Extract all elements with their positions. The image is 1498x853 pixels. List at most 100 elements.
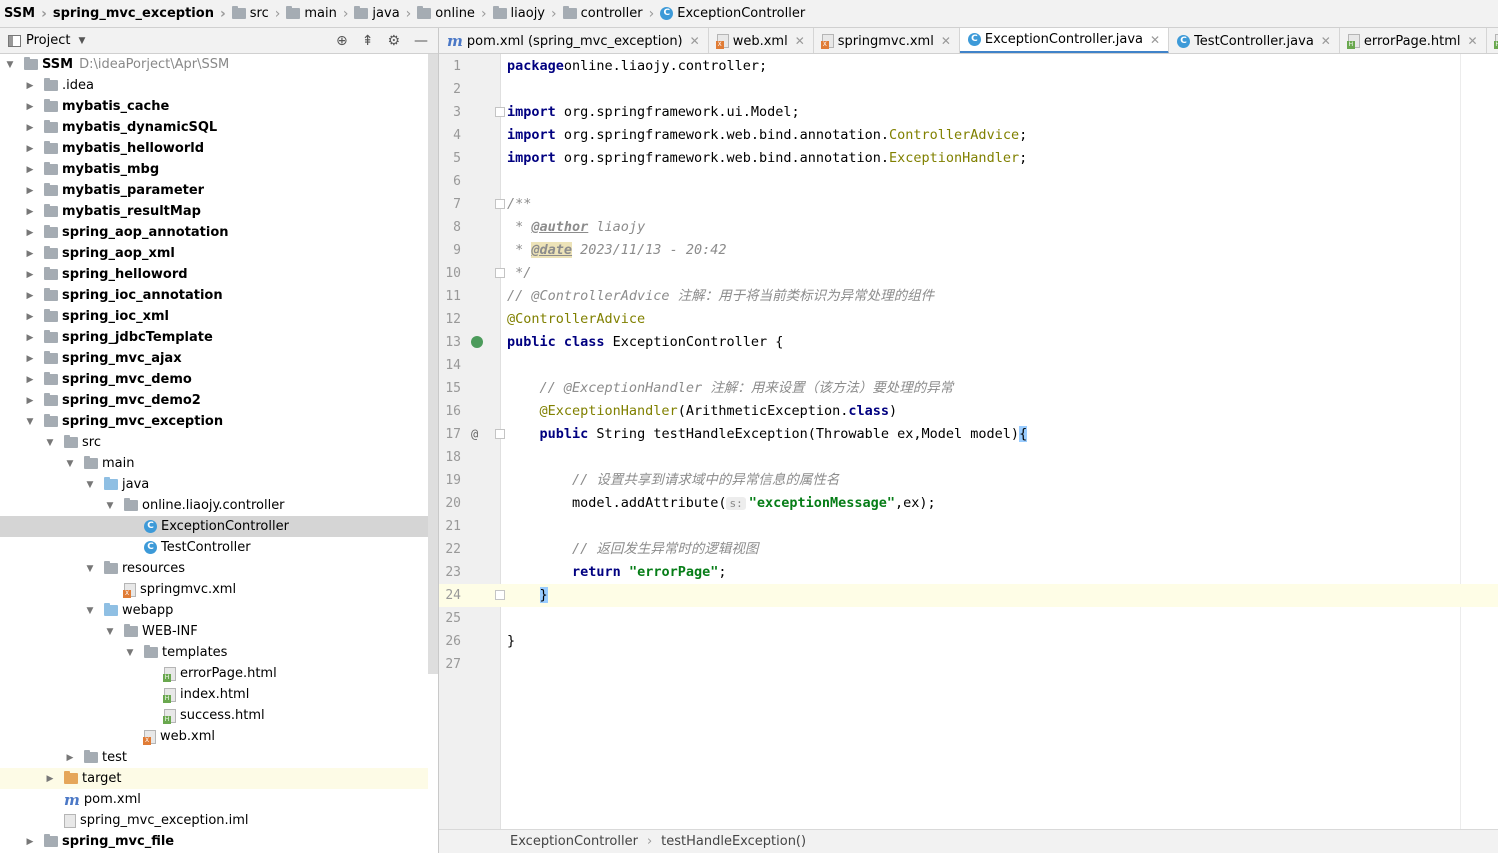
chevron-down-icon[interactable]: ▼ [82,480,98,490]
code-line[interactable]: 9 * @date 2023/11/13 - 20:42 [439,239,1498,262]
close-icon[interactable]: ✕ [690,34,700,48]
tree-item[interactable]: ▼ SSM D:\ideaPorject\Apr\SSM [0,54,428,75]
chevron-right-icon[interactable]: ▶ [22,123,38,133]
line-number[interactable]: 5 [439,147,461,170]
close-icon[interactable]: ✕ [941,34,951,48]
tree-item[interactable]: index.html [0,684,428,705]
tree-item[interactable]: ▶ spring_ioc_annotation [0,285,428,306]
collapse-all-icon[interactable]: ⇞ [362,33,374,49]
line-number[interactable]: 7 [439,193,461,216]
code-editor[interactable]: 1 packageonline.liaojy.controller; 2 3 impor… [439,54,1498,829]
tree-item[interactable]: ▶ mybatis_parameter [0,180,428,201]
editor-tab[interactable]: index.html✕ [1487,28,1498,53]
chevron-down-icon[interactable]: ▼ [62,459,78,469]
line-number[interactable]: 17 [439,423,461,446]
tree-item[interactable]: ▼ webapp [0,600,428,621]
code-line[interactable]: 17 @ public String testHandleException(Th… [439,423,1498,446]
fold-marker-icon[interactable] [495,199,505,209]
code-line[interactable]: 2 [439,78,1498,101]
chevron-right-icon[interactable]: ▶ [22,837,38,847]
tree-item[interactable]: ▶ spring_mvc_ajax [0,348,428,369]
project-panel-title[interactable]: Project [26,33,70,48]
chevron-down-icon[interactable]: ▼ [82,564,98,574]
tree-item[interactable]: ▶ spring_mvc_demo [0,369,428,390]
tree-item[interactable]: ▶ spring_helloword [0,264,428,285]
at-gutter-icon[interactable]: @ [471,423,478,446]
tree-scrollbar[interactable] [428,54,438,674]
line-number[interactable]: 14 [439,354,461,377]
breadcrumb-item[interactable]: liaojy › [492,0,563,27]
breadcrumb-item[interactable]: java › [354,0,417,27]
chevron-down-icon[interactable]: ▼ [78,36,85,46]
fold-marker-icon[interactable] [495,590,505,600]
fold-marker-icon[interactable] [495,268,505,278]
code-line[interactable]: 25 [439,607,1498,630]
chevron-down-icon[interactable]: ▼ [42,438,58,448]
chevron-down-icon[interactable]: ▼ [102,627,118,637]
fold-marker-icon[interactable] [495,107,505,117]
chevron-right-icon[interactable]: ▶ [22,375,38,385]
tree-item[interactable]: ▶ mybatis_helloworld [0,138,428,159]
line-number[interactable]: 2 [439,78,461,101]
chevron-right-icon[interactable]: ▶ [22,270,38,280]
code-line[interactable]: 11 // @ControllerAdvice 注解：用于将当前类标识为异常处理的… [439,285,1498,308]
code-line[interactable]: 27 [439,653,1498,676]
code-line[interactable]: 14 [439,354,1498,377]
breadcrumb-item[interactable]: online › [417,0,492,27]
line-number[interactable]: 4 [439,124,461,147]
tree-item[interactable]: ▶ spring_aop_annotation [0,222,428,243]
code-line[interactable]: 6 [439,170,1498,193]
tree-item[interactable]: ▼ templates [0,642,428,663]
chevron-right-icon[interactable]: ▶ [62,753,78,763]
locate-file-icon[interactable]: ⊕ [336,33,348,49]
chevron-down-icon[interactable]: ▼ [122,648,138,658]
tree-item[interactable]: ▶ target [0,768,428,789]
chevron-right-icon[interactable]: ▶ [22,396,38,406]
tree-item[interactable]: ▼ spring_mvc_exception [0,411,428,432]
breadcrumb-item[interactable]: SSM › [4,0,53,27]
line-number[interactable]: 1 [439,55,461,78]
code-line[interactable]: 22 // 返回发生异常时的逻辑视图 [439,538,1498,561]
breadcrumb-item[interactable]: spring_mvc_exception › [53,0,232,27]
breadcrumb-item[interactable]: src › [231,0,287,27]
chevron-right-icon[interactable]: ▶ [22,186,38,196]
code-line[interactable]: 23 return "errorPage"; [439,561,1498,584]
tree-item[interactable]: ▶ spring_mvc_demo2 [0,390,428,411]
editor-breadcrumb-item[interactable]: ExceptionController [510,834,638,849]
chevron-right-icon[interactable]: ▶ [22,81,38,91]
editor-breadcrumb-item[interactable]: testHandleException() [661,834,806,849]
chevron-right-icon[interactable]: ▶ [22,312,38,322]
line-number[interactable]: 10 [439,262,461,285]
tree-item[interactable]: ▶ spring_aop_xml [0,243,428,264]
line-number[interactable]: 6 [439,170,461,193]
chevron-right-icon[interactable]: ▶ [22,333,38,343]
editor-tab[interactable]: C TestController.java ✕ [1169,28,1340,53]
chevron-down-icon[interactable]: ▼ [82,606,98,616]
close-icon[interactable]: ✕ [1321,34,1331,48]
code-line[interactable]: 21 [439,515,1498,538]
line-number[interactable]: 11 [439,285,461,308]
line-number[interactable]: 18 [439,446,461,469]
chevron-right-icon[interactable]: ▶ [22,291,38,301]
chevron-right-icon[interactable]: ▶ [22,249,38,259]
editor-tab[interactable]: C ExceptionController.java ✕ [959,28,1170,53]
editor-tab[interactable]: errorPage.html ✕ [1340,28,1487,53]
tree-item[interactable]: ▼ WEB-INF [0,621,428,642]
tree-item[interactable]: ▶ mybatis_dynamicSQL [0,117,428,138]
tree-item[interactable]: ▶ .idea [0,75,428,96]
line-number[interactable]: 15 [439,377,461,400]
chevron-down-icon[interactable]: ▼ [102,501,118,511]
tree-item[interactable]: success.html [0,705,428,726]
line-number[interactable]: 26 [439,630,461,653]
line-number[interactable]: 16 [439,400,461,423]
tree-item[interactable]: springmvc.xml [0,579,428,600]
line-number[interactable]: 24 [439,584,461,607]
editor-tab[interactable]: web.xml ✕ [709,28,814,53]
tree-item[interactable]: ▶ spring_jdbcTemplate [0,327,428,348]
code-line[interactable]: 1 packageonline.liaojy.controller; [439,55,1498,78]
chevron-right-icon[interactable]: ▶ [22,144,38,154]
code-line[interactable]: 13 public class ExceptionController { [439,331,1498,354]
tree-item[interactable]: web.xml [0,726,428,747]
line-number[interactable]: 22 [439,538,461,561]
tree-item[interactable]: ▼ java [0,474,428,495]
